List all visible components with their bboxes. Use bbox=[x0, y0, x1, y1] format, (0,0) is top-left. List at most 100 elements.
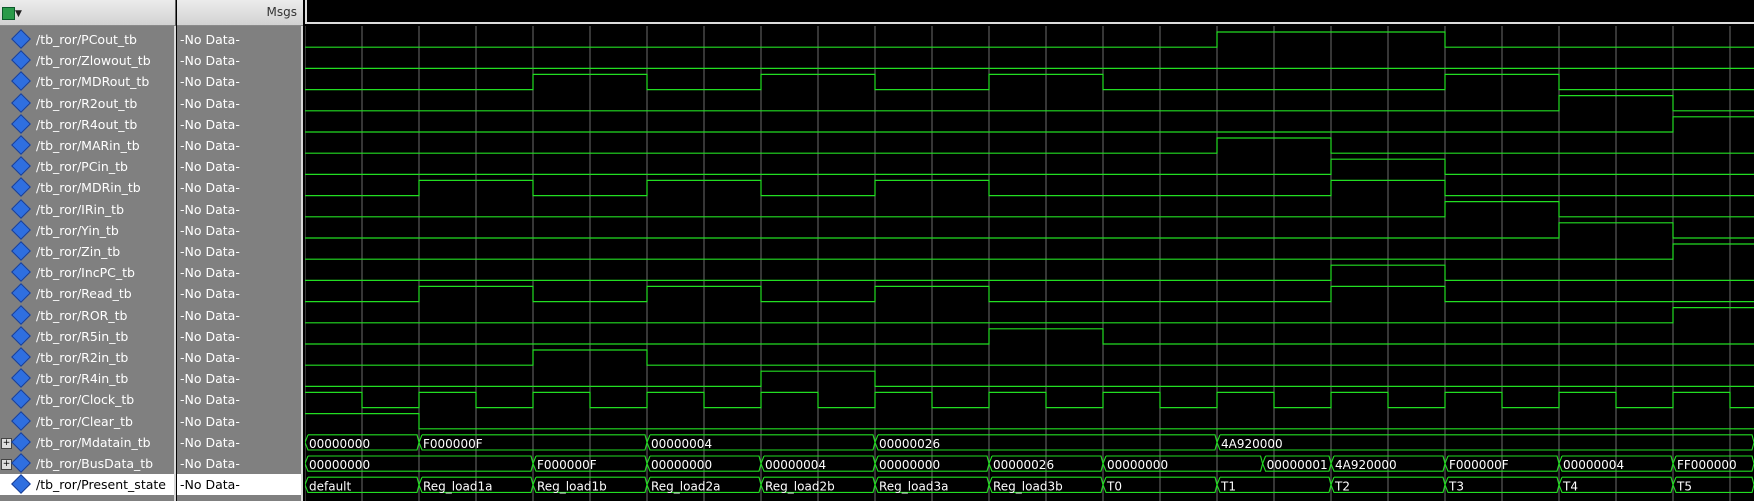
signal-row[interactable]: /tb_ror/MDRout_tb bbox=[0, 71, 174, 92]
signal-name: /tb_ror/Yin_tb bbox=[36, 223, 119, 238]
signal-names-pane[interactable]: /tb_ror/PCout_tb/tb_ror/Zlowout_tb/tb_ro… bbox=[0, 26, 176, 501]
signal-row[interactable]: + /tb_ror/Mdatain_tb bbox=[0, 432, 174, 453]
expand-icon[interactable]: + bbox=[1, 459, 12, 470]
signal-row[interactable]: /tb_ror/R4in_tb bbox=[0, 368, 174, 389]
signal-value-row[interactable]: -No Data- bbox=[177, 368, 301, 389]
chevron-down-icon[interactable]: ▼ bbox=[15, 9, 22, 19]
signal-value-row[interactable]: -No Data- bbox=[177, 411, 301, 432]
signal-value-row[interactable]: -No Data- bbox=[177, 432, 301, 453]
signal-row[interactable]: /tb_ror/Read_tb bbox=[0, 283, 174, 304]
wave-arrow-icon[interactable] bbox=[2, 7, 15, 20]
bus-value-label: Reg_load3a bbox=[879, 479, 948, 493]
signal-value: -No Data- bbox=[180, 371, 240, 386]
bus-value-label: Reg_load2b bbox=[765, 479, 835, 493]
waveform-pane[interactable]: 00000000 F000000F 00000004 00000026 4A920000… bbox=[305, 26, 1754, 501]
signal-diamond-icon bbox=[11, 93, 31, 113]
signal-diamond-icon bbox=[11, 368, 31, 388]
signal-value-row[interactable]: -No Data- bbox=[177, 453, 301, 474]
signal-value-row[interactable]: -No Data- bbox=[177, 71, 301, 92]
signal-value-row[interactable]: -No Data- bbox=[177, 114, 301, 135]
wave-r2in-tb bbox=[305, 349, 1754, 366]
signal-row[interactable]: /tb_ror/Zin_tb bbox=[0, 241, 174, 262]
signal-row[interactable]: /tb_ror/MARin_tb bbox=[0, 135, 174, 156]
wave-r4in-tb bbox=[305, 370, 1754, 387]
bus-value-label: Reg_load3b bbox=[993, 479, 1063, 493]
signal-row[interactable]: /tb_ror/PCin_tb bbox=[0, 156, 174, 177]
bus-segment: Reg_load1a bbox=[418, 476, 534, 493]
signal-diamond-icon bbox=[11, 114, 31, 134]
signal-value-row[interactable]: -No Data- bbox=[177, 93, 301, 114]
signal-diamond-icon bbox=[11, 389, 31, 409]
signal-row[interactable]: /tb_ror/Clear_tb bbox=[0, 411, 174, 432]
expand-icon[interactable]: + bbox=[1, 438, 12, 449]
signal-value-row[interactable]: -No Data- bbox=[177, 241, 301, 262]
bus-segment: 00000000 bbox=[1102, 455, 1264, 472]
signal-value-row[interactable]: -No Data- bbox=[177, 283, 301, 304]
signal-values-pane[interactable]: -No Data- -No Data- -No Data- -No Data- -No … bbox=[177, 26, 303, 501]
signal-value: -No Data- bbox=[180, 32, 240, 47]
signal-value-row[interactable]: -No Data- bbox=[177, 156, 301, 177]
signal-row[interactable]: /tb_ror/PCout_tb bbox=[0, 29, 174, 50]
signal-value: -No Data- bbox=[180, 53, 240, 68]
signal-name: /tb_ror/R4in_tb bbox=[36, 371, 129, 386]
signal-value-row[interactable]: -No Data- bbox=[177, 389, 301, 410]
modelsim-wave-window: ▼ Msgs /tb_ror/PCout_tb/tb_ror/Zlowout_t… bbox=[0, 0, 1754, 501]
bus-segment: 4A920000 bbox=[1330, 455, 1446, 472]
signal-row[interactable]: /tb_ror/MDRin_tb bbox=[0, 177, 174, 198]
signal-diamond-icon bbox=[11, 326, 31, 346]
signal-row[interactable]: /tb_ror/IRin_tb bbox=[0, 199, 174, 220]
bus-segment: Reg_load2a bbox=[646, 476, 762, 493]
wave-ror-tb bbox=[305, 307, 1754, 324]
signal-value-row[interactable]: -No Data- bbox=[177, 199, 301, 220]
bus-value-label: 00000004 bbox=[765, 458, 826, 472]
signal-value-row[interactable]: -No Data- bbox=[177, 220, 301, 241]
signal-name: /tb_ror/R5in_tb bbox=[36, 329, 129, 344]
signal-value-row[interactable]: -No Data- bbox=[177, 305, 301, 326]
signal-value-row[interactable]: -No Data- bbox=[177, 135, 301, 156]
signal-row[interactable]: + /tb_ror/BusData_tb bbox=[0, 453, 174, 474]
bus-value-label: Reg_load1b bbox=[537, 479, 607, 493]
signal-name: /tb_ror/MDRout_tb bbox=[36, 74, 150, 89]
signal-row[interactable]: /tb_ror/Yin_tb bbox=[0, 220, 174, 241]
wave-marin-tb bbox=[305, 137, 1754, 154]
signal-row[interactable]: /tb_ror/IncPC_tb bbox=[0, 262, 174, 283]
bus-value-label: Reg_load2a bbox=[651, 479, 720, 493]
signal-row[interactable]: /tb_ror/Zlowout_tb bbox=[0, 50, 174, 71]
signal-name: /tb_ror/PCout_tb bbox=[36, 32, 137, 47]
bus-segment: T5 bbox=[1672, 476, 1754, 493]
signal-value-row[interactable]: -No Data- bbox=[177, 326, 301, 347]
bus-value-label: FF000000 bbox=[1677, 458, 1737, 472]
bus-value-label: default bbox=[309, 479, 352, 493]
bus-value-label: 4A920000 bbox=[1335, 458, 1397, 472]
bus-segment: 00000004 bbox=[1558, 455, 1674, 472]
signal-row[interactable]: /tb_ror/Present_state bbox=[0, 474, 174, 495]
signal-value-row[interactable]: -No Data- bbox=[177, 177, 301, 198]
wave-incpc-tb bbox=[305, 264, 1754, 281]
signal-name: /tb_ror/MARin_tb bbox=[36, 138, 140, 153]
signal-name: /tb_ror/Mdatain_tb bbox=[36, 435, 151, 450]
signal-value-row[interactable]: -No Data- bbox=[177, 347, 301, 368]
bus-value-label: 00000000 bbox=[309, 437, 370, 451]
signal-value-row[interactable]: -No Data- bbox=[177, 262, 301, 283]
wave-clear-tb bbox=[305, 413, 1754, 430]
signal-row[interactable]: /tb_ror/Clock_tb bbox=[0, 389, 174, 410]
signal-diamond-icon bbox=[11, 220, 31, 240]
bus-value-label: F000000F bbox=[1449, 458, 1509, 472]
msgs-column-label: Msgs bbox=[266, 5, 297, 19]
signal-name: /tb_ror/Present_state bbox=[36, 477, 166, 492]
signal-name: /tb_ror/R4out_tb bbox=[36, 117, 138, 132]
signal-row[interactable]: /tb_ror/R2out_tb bbox=[0, 93, 174, 114]
signal-value-row[interactable]: -No Data- bbox=[177, 29, 301, 50]
signal-name: /tb_ror/IRin_tb bbox=[36, 202, 125, 217]
bus-value-label: T2 bbox=[1334, 479, 1350, 493]
signal-row[interactable]: /tb_ror/R2in_tb bbox=[0, 347, 174, 368]
signal-diamond-icon bbox=[11, 283, 31, 303]
signal-row[interactable]: /tb_ror/R5in_tb bbox=[0, 326, 174, 347]
signal-value-row[interactable]: -No Data- bbox=[177, 474, 301, 495]
signal-row[interactable]: /tb_ror/R4out_tb bbox=[0, 114, 174, 135]
signal-row[interactable]: /tb_ror/ROR_tb bbox=[0, 305, 174, 326]
bus-value-label: T5 bbox=[1676, 479, 1692, 493]
signal-value-row[interactable]: -No Data- bbox=[177, 50, 301, 71]
wave-r5in-tb bbox=[305, 328, 1754, 345]
waveform-canvas[interactable]: 00000000 F000000F 00000004 00000026 4A920000… bbox=[305, 26, 1754, 501]
